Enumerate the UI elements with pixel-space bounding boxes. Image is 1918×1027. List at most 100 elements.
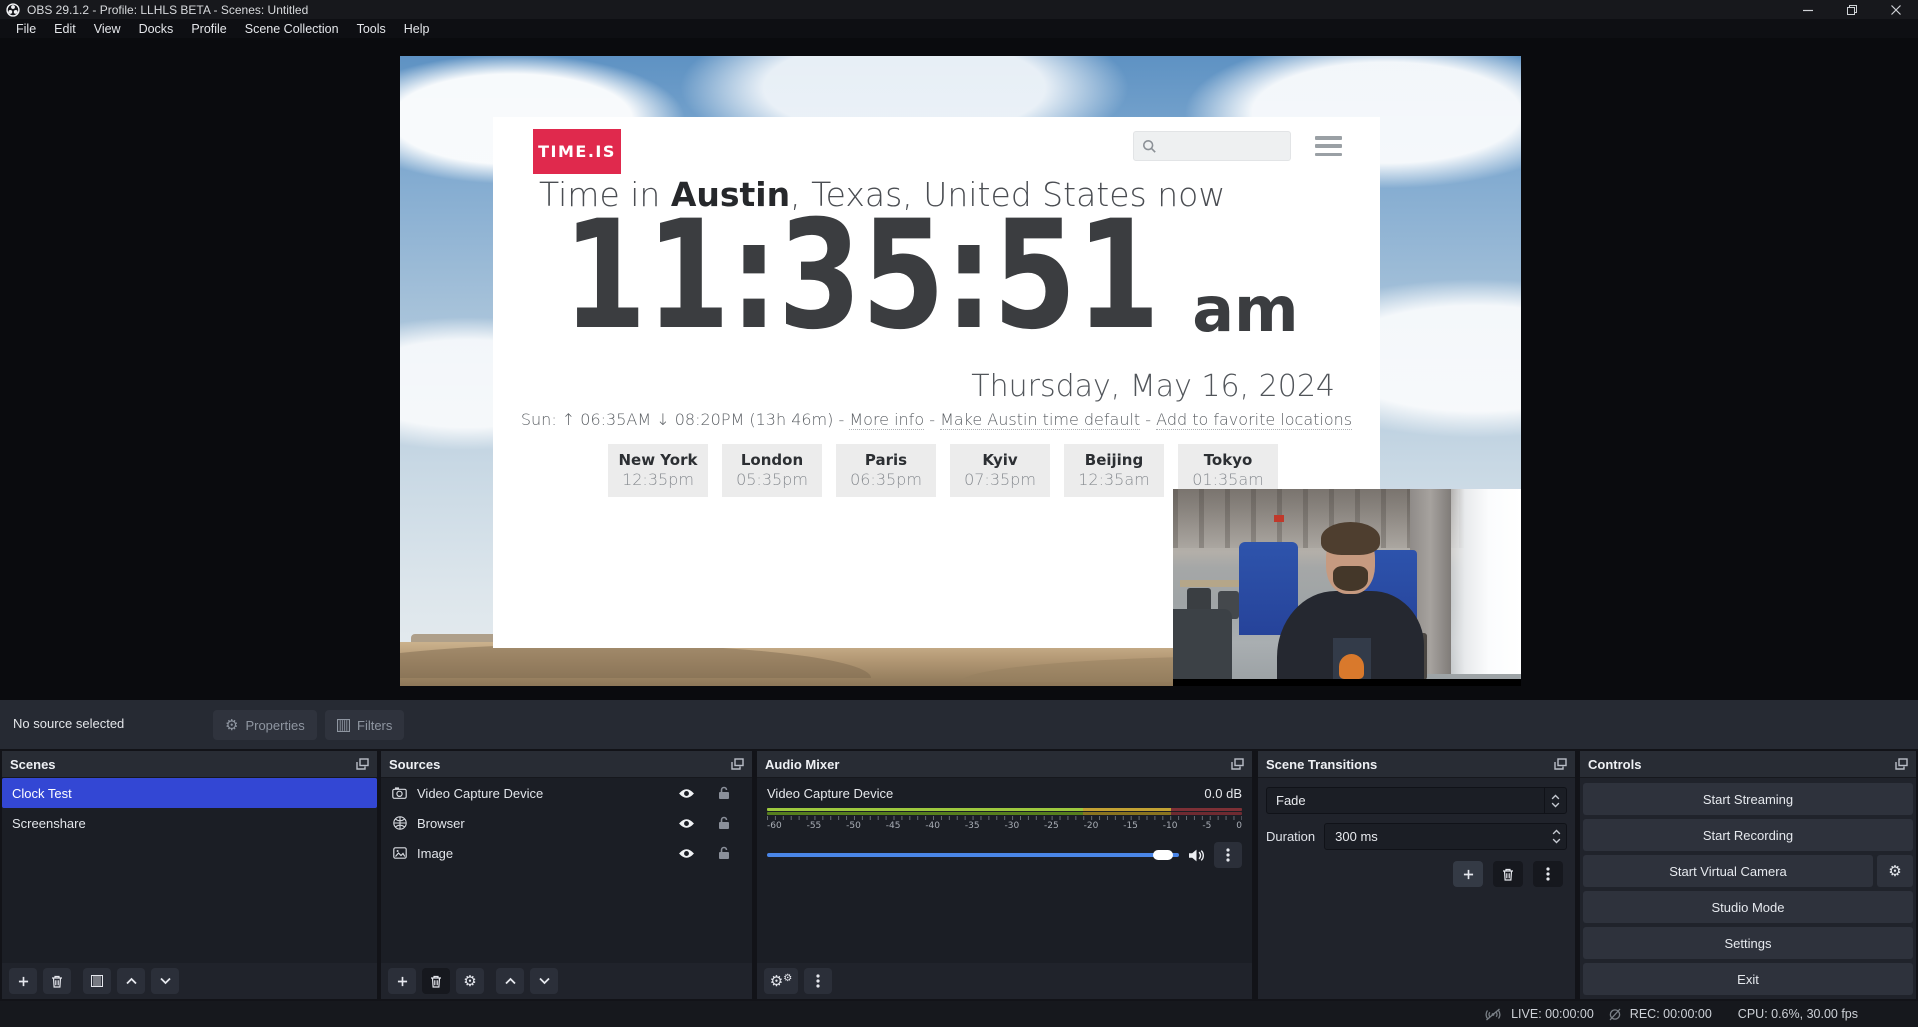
spinbox-arrows-icon[interactable] [1546, 829, 1566, 844]
scenes-toolbar [2, 963, 377, 999]
visibility-eye-icon[interactable] [678, 848, 695, 859]
menu-item-docks[interactable]: Docks [130, 19, 183, 38]
transition-select[interactable]: Fade [1266, 787, 1567, 814]
scenes-panel-header: Scenes [2, 751, 377, 778]
minimize-button[interactable] [1786, 0, 1830, 19]
restore-button[interactable] [1830, 0, 1874, 19]
city-card: London05:35pm [722, 444, 822, 497]
mixer-channel: Video Capture Device 0.0 dB -60-55-50-45… [757, 778, 1252, 963]
menu-item-profile[interactable]: Profile [182, 19, 235, 38]
exit-button[interactable]: Exit [1583, 963, 1913, 995]
popout-icon[interactable] [1231, 758, 1244, 770]
globe-icon [391, 816, 408, 830]
mixer-level-db: 0.0 dB [1204, 786, 1242, 801]
scene-filters-button[interactable] [83, 968, 111, 994]
menu-item-view[interactable]: View [85, 19, 130, 38]
move-source-down-button[interactable] [530, 968, 558, 994]
meter-tick-marks [767, 816, 1242, 820]
advanced-audio-button[interactable]: ⚙⚙ [764, 968, 798, 994]
scenes-panel-title: Scenes [10, 757, 56, 772]
properties-button[interactable]: ⚙ Properties [213, 710, 317, 740]
source-item-browser[interactable]: Browser [381, 808, 752, 838]
scene-item-clock-test[interactable]: Clock Test [2, 778, 377, 808]
webcam-video-source [1173, 489, 1521, 686]
speaker-icon[interactable] [1188, 849, 1205, 862]
obs-logo-icon [6, 3, 20, 17]
gear-icon: ⚙ [225, 718, 238, 733]
source-toolbar: No source selected ⚙ Properties Filters [0, 700, 1918, 749]
volume-meter: -60-55-50-45-40-35-30-25-20-15-10-50 [767, 808, 1242, 831]
office-window [1441, 489, 1521, 674]
duration-label: Duration [1266, 829, 1315, 844]
transitions-title: Scene Transitions [1266, 757, 1377, 772]
menu-item-edit[interactable]: Edit [45, 19, 85, 38]
controls-body: Start Streaming Start Recording Start Vi… [1580, 778, 1916, 999]
more-info-link: More info [849, 410, 924, 430]
start-virtual-camera-button[interactable]: Start Virtual Camera [1583, 855, 1873, 887]
clock-time: 11:35:51 [563, 215, 1160, 338]
scene-video[interactable]: TIME.IS Time in Austin, Texas, United St… [400, 56, 1521, 686]
transitions-body: Fade Duration 300 ms [1258, 778, 1575, 999]
camera-icon [391, 787, 408, 799]
combo-arrows-icon[interactable] [1544, 788, 1566, 813]
add-scene-button[interactable] [9, 968, 37, 994]
studio-mode-button[interactable]: Studio Mode [1583, 891, 1913, 923]
popout-icon[interactable] [731, 758, 744, 770]
search-icon [1142, 139, 1157, 154]
clock-display: 11:35:51 am [563, 215, 1299, 338]
virtual-camera-settings-button[interactable]: ⚙ [1877, 855, 1913, 887]
source-item-video-capture[interactable]: Video Capture Device [381, 778, 752, 808]
menu-item-file[interactable]: File [7, 19, 45, 38]
popout-icon[interactable] [1554, 758, 1567, 770]
filters-button[interactable]: Filters [325, 710, 404, 740]
scenes-list: Clock Test Screenshare [2, 778, 377, 963]
live-time-text: LIVE: 00:00:00 [1511, 1007, 1594, 1021]
window-title: OBS 29.1.2 - Profile: LLHLS BETA - Scene… [27, 3, 308, 17]
sources-toolbar: ⚙ [381, 963, 752, 999]
volume-slider-handle[interactable] [1153, 850, 1173, 860]
source-item-image[interactable]: Image [381, 838, 752, 868]
hamburger-menu-icon [1315, 136, 1342, 156]
preview-canvas[interactable]: TIME.IS Time in Austin, Texas, United St… [0, 38, 1918, 700]
move-scene-down-button[interactable] [151, 968, 179, 994]
menu-item-help[interactable]: Help [395, 19, 439, 38]
remove-source-button[interactable] [422, 968, 450, 994]
source-properties-button[interactable]: ⚙ [456, 968, 484, 994]
transitions-header: Scene Transitions [1258, 751, 1575, 778]
move-source-up-button[interactable] [496, 968, 524, 994]
settings-button[interactable]: Settings [1583, 927, 1913, 959]
gear-icon: ⚙ [463, 974, 476, 989]
mixer-channel-name: Video Capture Device [767, 786, 893, 801]
popout-icon[interactable] [1895, 758, 1908, 770]
audio-mixer-header: Audio Mixer [757, 751, 1252, 778]
visibility-eye-icon[interactable] [678, 818, 695, 829]
popout-icon[interactable] [356, 758, 369, 770]
visibility-eye-icon[interactable] [678, 788, 695, 799]
remove-transition-button[interactable] [1493, 861, 1523, 887]
add-source-button[interactable] [388, 968, 416, 994]
make-default-link: Make Austin time default [940, 410, 1140, 430]
timeis-logo: TIME.IS [533, 129, 621, 174]
lock-icon[interactable] [718, 816, 730, 830]
add-transition-button[interactable] [1453, 861, 1483, 887]
volume-slider[interactable] [767, 842, 1179, 868]
mixer-channel-menu-button[interactable] [1214, 842, 1242, 868]
transition-properties-button[interactable] [1533, 861, 1563, 887]
duration-spinbox[interactable]: 300 ms [1324, 823, 1567, 850]
status-bar: LIVE: 00:00:00 REC: 00:00:00 CPU: 0.6%, … [0, 1001, 1918, 1027]
move-scene-up-button[interactable] [117, 968, 145, 994]
menu-item-scene-collection[interactable]: Scene Collection [236, 19, 348, 38]
start-streaming-button[interactable]: Start Streaming [1583, 783, 1913, 815]
meter-scale-labels: -60-55-50-45-40-35-30-25-20-15-10-50 [767, 821, 1242, 831]
close-button[interactable] [1874, 0, 1918, 19]
remove-scene-button[interactable] [43, 968, 71, 994]
menu-item-tools[interactable]: Tools [348, 19, 395, 38]
start-recording-button[interactable]: Start Recording [1583, 819, 1913, 851]
obs-window: OBS 29.1.2 - Profile: LLHLS BETA - Scene… [0, 0, 1918, 1027]
scene-item-screenshare[interactable]: Screenshare [2, 808, 377, 838]
city-card: New York12:35pm [608, 444, 708, 497]
lock-icon[interactable] [718, 786, 730, 800]
lock-icon[interactable] [718, 846, 730, 860]
mixer-menu-button[interactable] [804, 968, 832, 994]
sources-panel-title: Sources [389, 757, 440, 772]
